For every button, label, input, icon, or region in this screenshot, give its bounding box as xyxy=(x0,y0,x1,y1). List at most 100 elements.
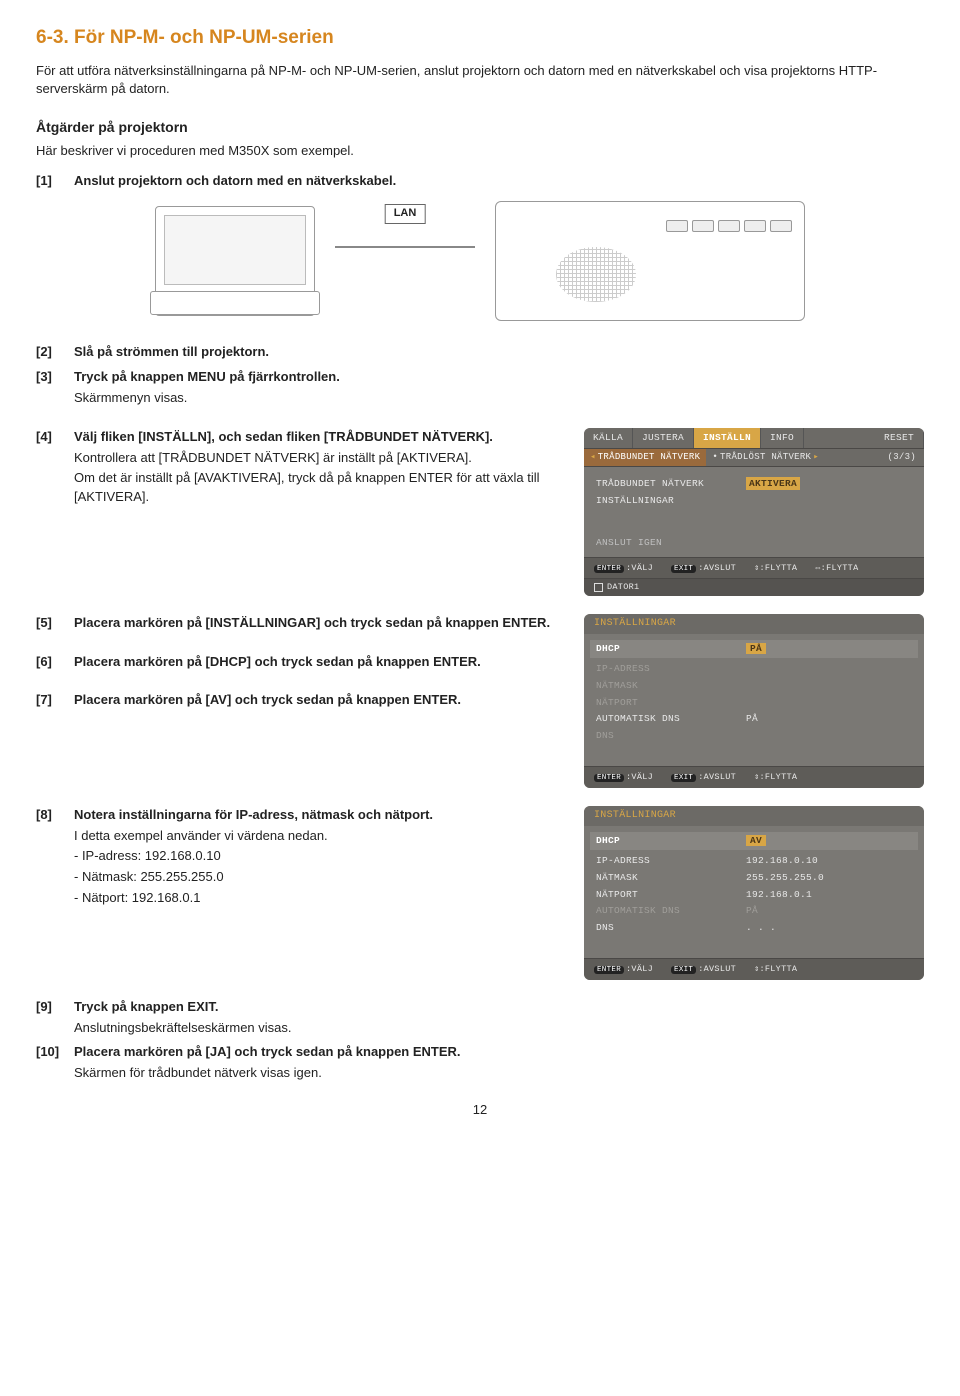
step-4: [4] Välj fliken [INSTÄLLN], och sedan fl… xyxy=(36,428,560,507)
footer-move: ⇕:FLYTTA xyxy=(754,963,797,976)
step-text: Placera markören på [DHCP] och tryck sed… xyxy=(74,653,560,672)
osd-row-label: TRÅDBUNDET NÄTVERK xyxy=(596,477,746,491)
osd-row-value: . . . xyxy=(746,921,912,935)
step-note: - Nätmask: 255.255.255.0 xyxy=(74,868,560,887)
osd-subtabs: ◂TRÅDBUNDET NÄTVERK •TRÅDLÖST NÄTVERK▸ (… xyxy=(584,449,924,467)
step-10: [10] Placera markören på [JA] och tryck … xyxy=(36,1043,924,1083)
osd-row-label: NÄTMASK xyxy=(596,871,746,885)
step-text: Placera markören på [INSTÄLLNINGAR] och … xyxy=(74,614,560,633)
osd-row-value xyxy=(746,679,912,693)
connection-diagram: LAN xyxy=(36,201,924,321)
step-no: [1] xyxy=(36,172,62,191)
step-note: Anslutningsbekräftelseskärmen visas. xyxy=(74,1019,924,1038)
osd-row-value xyxy=(746,696,912,710)
osd-title: INSTÄLLNINGAR xyxy=(584,614,924,635)
projector-icon xyxy=(495,201,805,321)
cable: LAN xyxy=(355,206,455,316)
footer-exit: EXIT:AVSLUT xyxy=(671,771,736,784)
osd-row-value xyxy=(746,729,912,743)
footer-label: :AVSLUT xyxy=(698,772,736,782)
osd-tab-active: INSTÄLLN xyxy=(694,428,761,448)
osd-row-label: NÄTPORT xyxy=(596,696,746,710)
footer-label: :VÄLJ xyxy=(626,772,653,782)
osd-footer: ENTER:VÄLJ EXIT:AVSLUT ⇕:FLYTTA xyxy=(584,958,924,980)
step-text-line: Placera markören på [JA] och tryck sedan… xyxy=(74,1044,461,1059)
step-note: - Nätport: 192.168.0.1 xyxy=(74,889,560,908)
osd-subtab-wireless: •TRÅDLÖST NÄTVERK▸ xyxy=(706,449,825,466)
osd-row-label: IP-ADRESS xyxy=(596,854,746,868)
exit-badge: EXIT xyxy=(671,774,696,782)
osd-row-value: AKTIVERA xyxy=(746,477,912,491)
osd-body: DHCPAV IP-ADRESS192.168.0.10 NÄTMASK255.… xyxy=(584,826,924,958)
step-no: [7] xyxy=(36,691,62,710)
osd-menu-network: KÄLLA JUSTERA INSTÄLLN INFO RESET ◂TRÅDB… xyxy=(584,428,924,596)
step-8: [8] Notera inställningarna för IP-adress… xyxy=(36,806,560,908)
osd-value-hilite: PÅ xyxy=(746,643,766,654)
osd-row-label: DNS xyxy=(596,921,746,935)
step-note: - IP-adress: 192.168.0.10 xyxy=(74,847,560,866)
osd-row-label: IP-ADRESS xyxy=(596,662,746,676)
osd-row-value: PÅ xyxy=(746,712,912,726)
step-5: [5] Placera markören på [INSTÄLLNINGAR] … xyxy=(36,614,560,633)
footer-exit: EXIT:AVSLUT xyxy=(671,963,736,976)
step-no: [3] xyxy=(36,368,62,408)
osd-value-hilite: AKTIVERA xyxy=(746,477,800,491)
exit-badge: EXIT xyxy=(671,966,696,974)
step-no: [2] xyxy=(36,343,62,362)
step-note: Om det är inställt på [AVAKTIVERA], tryc… xyxy=(74,469,560,507)
osd-row-value xyxy=(746,494,912,508)
step-no: [4] xyxy=(36,428,62,507)
osd-settings-dhcp-on: INSTÄLLNINGAR DHCPPÅ IP-ADRESS NÄTMASK N… xyxy=(584,614,924,788)
footer-enter: ENTER:VÄLJ xyxy=(594,963,653,976)
step-no: [10] xyxy=(36,1043,62,1083)
step-text-line: Tryck på knappen MENU på fjärrkontrollen… xyxy=(74,369,340,384)
osd-subtab-wired: ◂TRÅDBUNDET NÄTVERK xyxy=(584,449,706,466)
osd-tab: RESET xyxy=(875,428,924,448)
step-no: [5] xyxy=(36,614,62,633)
step-text: Notera inställningarna för IP-adress, nä… xyxy=(74,806,560,908)
step-text: Välj fliken [INSTÄLLN], och sedan fliken… xyxy=(74,428,560,507)
osd-row-label: NÄTMASK xyxy=(596,679,746,693)
osd-row-label: DHCP xyxy=(596,834,746,848)
footer-label: :AVSLUT xyxy=(698,563,736,573)
step-text: Placera markören på [AV] och tryck sedan… xyxy=(74,691,560,710)
osd-row-label: NÄTPORT xyxy=(596,888,746,902)
osd-row-value: 192.168.0.1 xyxy=(746,888,912,902)
footer-enter: ENTER:VÄLJ xyxy=(594,771,653,784)
intro-text: För att utföra nätverksinställningarna p… xyxy=(36,62,924,100)
osd-value-hilite: AV xyxy=(746,835,766,846)
osd-body: TRÅDBUNDET NÄTVERKAKTIVERA INSTÄLLNINGAR… xyxy=(584,467,924,557)
footer-label: :VÄLJ xyxy=(626,563,653,573)
footer-label: :AVSLUT xyxy=(698,964,736,974)
osd-tab: KÄLLA xyxy=(584,428,633,448)
lan-label: LAN xyxy=(385,204,426,224)
step-text-line: Tryck på knappen EXIT. xyxy=(74,999,219,1014)
subtab-label: TRÅDLÖST NÄTVERK xyxy=(720,451,811,464)
step-9: [9] Tryck på knappen EXIT. Anslutningsbe… xyxy=(36,998,924,1038)
step-note: Skärmmenyn visas. xyxy=(74,389,924,408)
osd-tab: INFO xyxy=(761,428,804,448)
step-7: [7] Placera markören på [AV] och tryck s… xyxy=(36,691,560,710)
osd-row-label: AUTOMATISK DNS xyxy=(596,712,746,726)
osd-row-value: AV xyxy=(746,834,912,848)
footer-enter: ENTER:VÄLJ xyxy=(594,562,653,575)
step-2: [2] Slå på strömmen till projektorn. xyxy=(36,343,924,362)
osd-row-value: PÅ xyxy=(746,904,912,918)
step-6: [6] Placera markören på [DHCP] och tryck… xyxy=(36,653,560,672)
step-no: [8] xyxy=(36,806,62,908)
osd-row-label: INSTÄLLNINGAR xyxy=(596,494,746,508)
exit-badge: EXIT xyxy=(671,565,696,573)
step-note: Skärmen för trådbundet nätverk visas ige… xyxy=(74,1064,924,1083)
step-text-line: Notera inställningarna för IP-adress, nä… xyxy=(74,807,433,822)
step-text: Anslut projektorn och datorn med en nätv… xyxy=(74,172,924,191)
procedure-description: Här beskriver vi proceduren med M350X so… xyxy=(36,142,924,161)
step-1: [1] Anslut projektorn och datorn med en … xyxy=(36,172,924,191)
osd-row-label: DNS xyxy=(596,729,746,743)
footer-move: ⇕:FLYTTA xyxy=(754,771,797,784)
step-text: Tryck på knappen MENU på fjärrkontrollen… xyxy=(74,368,924,408)
osd-footer: ENTER:VÄLJ EXIT:AVSLUT ⇕:FLYTTA xyxy=(584,766,924,788)
step-no: [9] xyxy=(36,998,62,1038)
osd-row-label: DHCP xyxy=(596,642,746,656)
footer-exit: EXIT:AVSLUT xyxy=(671,562,736,575)
osd-row-label: AUTOMATISK DNS xyxy=(596,904,746,918)
